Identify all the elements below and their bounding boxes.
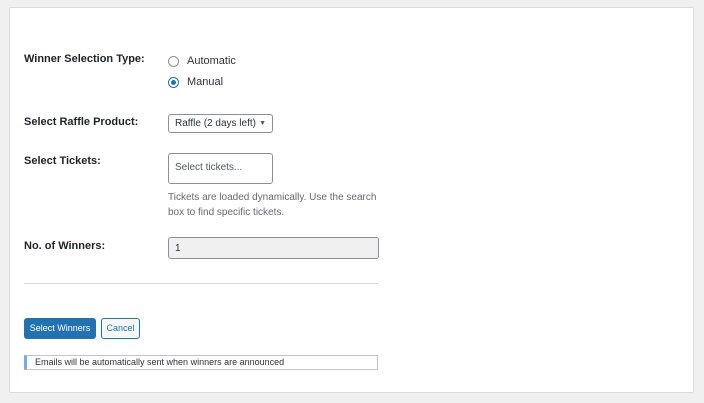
cancel-button[interactable]: Cancel xyxy=(101,318,140,339)
radio-automatic-label: Automatic xyxy=(187,55,236,67)
radio-manual[interactable]: Manual xyxy=(168,76,223,88)
tickets-search-input[interactable]: Select tickets... xyxy=(168,153,273,184)
winners-count-input[interactable]: 1 xyxy=(168,237,379,259)
product-label: Select Raffle Product: xyxy=(24,116,139,128)
selection-type-label: Winner Selection Type: xyxy=(24,53,145,65)
email-notice: Emails will be automatically sent when w… xyxy=(24,355,378,370)
radio-automatic[interactable]: Automatic xyxy=(168,55,236,67)
raffle-product-select[interactable]: Raffle (2 days left) ▼ xyxy=(168,114,273,133)
email-notice-text: Emails will be automatically sent when w… xyxy=(35,357,285,367)
radio-manual-label: Manual xyxy=(187,76,224,88)
chevron-down-icon: ▼ xyxy=(259,120,266,127)
tickets-help-text: Tickets are loaded dynamically. Use the … xyxy=(168,192,377,218)
winners-count-value: 1 xyxy=(175,243,181,254)
tickets-label: Select Tickets: xyxy=(24,155,101,167)
radio-manual-circle[interactable] xyxy=(168,76,179,88)
winners-count-label: No. of Winners: xyxy=(24,240,106,252)
winner-selection-panel: Winner Selection Type: Automatic Manual … xyxy=(9,7,694,393)
radio-automatic-circle[interactable] xyxy=(168,55,179,67)
raffle-product-value: Raffle (2 days left) xyxy=(175,118,256,129)
divider xyxy=(24,283,378,284)
tickets-placeholder: Select tickets... xyxy=(175,162,243,173)
select-winners-button[interactable]: Select Winners xyxy=(24,318,96,339)
